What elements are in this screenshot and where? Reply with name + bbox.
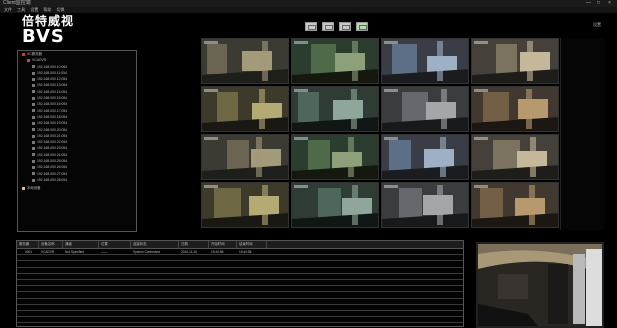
camera-feed[interactable]: [381, 86, 469, 132]
column-header[interactable]: 结束时间: [237, 241, 267, 248]
layout-4-button[interactable]: [322, 22, 334, 31]
table-header: 服务器 设备名称 通道 位置 连接状态 日期 开始时间 结束时间: [17, 241, 463, 249]
right-panel: [560, 38, 605, 230]
camera-icon: [32, 128, 35, 132]
tree-camera-item[interactable]: 192.168.000.28:054: [18, 177, 136, 183]
tree-folder[interactable]: 本地设备: [18, 185, 136, 191]
table-cell: 0001: [25, 250, 33, 254]
table-row[interactable]: [17, 317, 463, 324]
camera-feed[interactable]: [471, 86, 559, 132]
camera-icon: [32, 134, 35, 138]
brand-logo: 倍特威视 BVS: [22, 14, 82, 46]
camera-feed[interactable]: [471, 182, 559, 228]
camera-icon: [32, 121, 35, 125]
camera-feed[interactable]: [381, 134, 469, 180]
camera-feed[interactable]: [201, 182, 289, 228]
table-cell: 15:40:58: [239, 250, 252, 254]
camera-feed[interactable]: [471, 134, 559, 180]
table-cell: VCADVR: [41, 250, 55, 254]
layout-9-button[interactable]: [339, 22, 351, 31]
camera-icon: [32, 103, 35, 107]
maximize-button[interactable]: □: [597, 1, 602, 6]
layout-1-button[interactable]: [305, 22, 317, 31]
camera-icon: [32, 172, 35, 176]
column-header[interactable]: 开始时间: [209, 241, 237, 248]
camera-feed[interactable]: [291, 86, 379, 132]
table-cell: 15:40:58: [211, 250, 224, 254]
column-header[interactable]: 服务器: [17, 241, 39, 248]
column-header[interactable]: 通道: [63, 241, 99, 248]
menu-switch[interactable]: 切换: [57, 7, 65, 13]
menu-bar: 文件 工具 设置 帮助 切换: [0, 7, 617, 13]
camera-feed[interactable]: [381, 38, 469, 84]
window-controls: — □ ×: [586, 1, 613, 6]
camera-icon: [32, 65, 35, 69]
logo-english: BVS: [22, 26, 65, 47]
minimize-button[interactable]: —: [586, 1, 591, 6]
column-header[interactable]: 设备名称: [39, 241, 63, 248]
layout-toolbar: [305, 22, 368, 31]
camera-icon: [32, 90, 35, 94]
settings-button[interactable]: 设置: [593, 22, 607, 30]
menu-file[interactable]: 文件: [4, 7, 12, 13]
close-button[interactable]: ×: [608, 1, 613, 6]
device-tree[interactable]: VC服务器 VCADVR 192.168.000.10:064 192.168.0…: [17, 50, 137, 232]
tree-folder-label: 本地设备: [27, 186, 41, 191]
layout-16-button[interactable]: [356, 22, 368, 31]
table-cell: Not Specified: [65, 250, 84, 254]
table-cell: System Connected: [133, 250, 160, 254]
camera-icon: [32, 165, 35, 169]
camera-icon: [32, 96, 35, 100]
camera-icon: [32, 153, 35, 157]
window-title: Client监控端: [3, 0, 31, 6]
camera-icon: [32, 109, 35, 113]
camera-feed[interactable]: [471, 38, 559, 84]
menu-settings[interactable]: 设置: [30, 7, 38, 13]
camera-icon: [32, 71, 35, 75]
table-cell: 2016-11-16: [181, 250, 198, 254]
column-header[interactable]: 位置: [99, 241, 131, 248]
camera-feed[interactable]: [291, 182, 379, 228]
server-icon: [22, 52, 25, 56]
camera-icon: [32, 77, 35, 81]
preview-video[interactable]: [476, 242, 604, 328]
camera-icon: [32, 140, 35, 144]
event-table: 服务器 设备名称 通道 位置 连接状态 日期 开始时间 结束时间 0001 VCADVR Not …: [16, 240, 464, 327]
camera-feed[interactable]: [201, 134, 289, 180]
column-header[interactable]: 日期: [179, 241, 209, 248]
camera-feed[interactable]: [381, 182, 469, 228]
camera-icon: [32, 178, 35, 182]
camera-feed[interactable]: [201, 86, 289, 132]
camera-icon: [32, 159, 35, 163]
video-grid: [201, 38, 560, 230]
table-cell: ——: [101, 250, 108, 254]
menu-tools[interactable]: 工具: [17, 7, 25, 13]
camera-icon: [32, 147, 35, 151]
camera-feed[interactable]: [291, 38, 379, 84]
camera-icon: [32, 84, 35, 88]
column-header[interactable]: 连接状态: [131, 241, 179, 248]
camera-feed[interactable]: [201, 38, 289, 84]
camera-feed[interactable]: [291, 134, 379, 180]
camera-icon: [32, 115, 35, 119]
menu-help[interactable]: 帮助: [43, 7, 51, 13]
tree-camera-label: 192.168.000.28:054: [37, 177, 68, 182]
dvr-icon: [27, 58, 30, 62]
folder-icon: [22, 186, 25, 190]
